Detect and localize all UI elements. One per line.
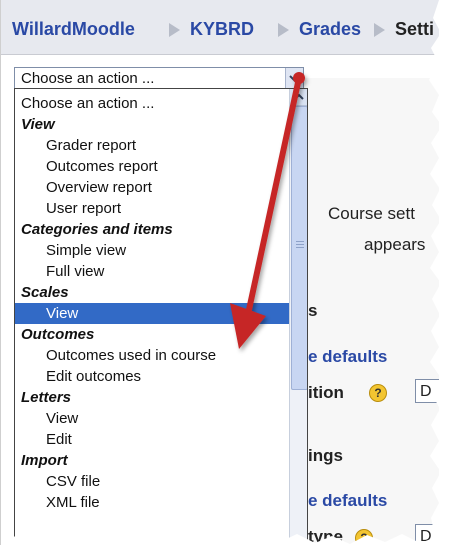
torn-edge <box>1 0 439 545</box>
screenshot: WillardMoodle KYBRD Grades Setti Course … <box>0 0 439 545</box>
